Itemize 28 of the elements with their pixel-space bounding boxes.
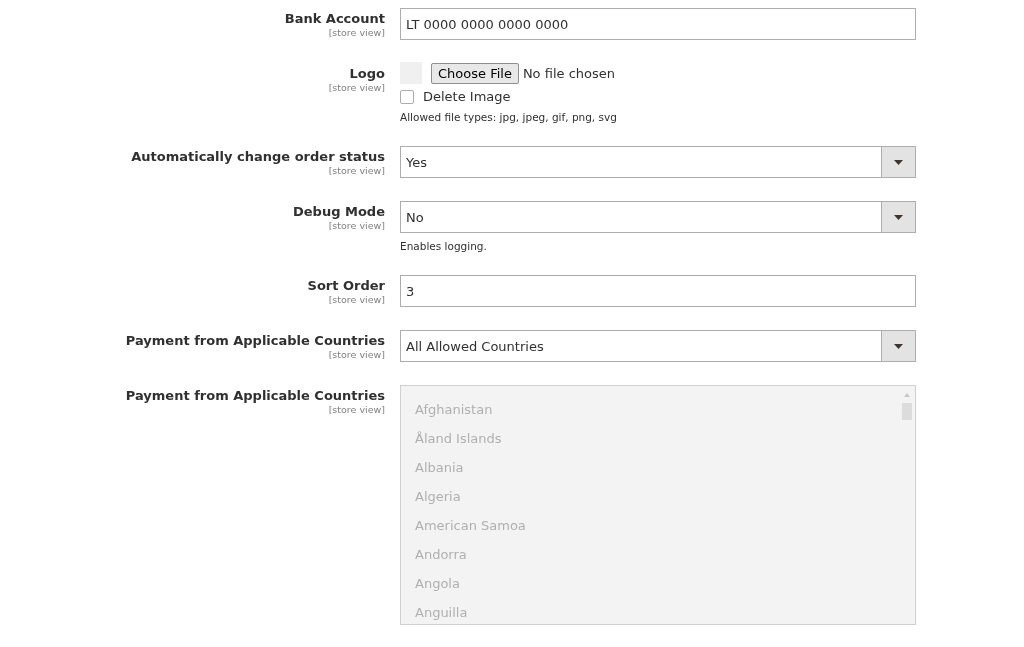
text-field[interactable]: 3 [400, 275, 916, 307]
scope-label: [store view] [327, 294, 385, 306]
select-field[interactable]: All Allowed Countries [400, 330, 916, 362]
text-field[interactable]: LT 0000 0000 0000 0000 [400, 8, 916, 40]
caret-icon [894, 159, 903, 165]
caret-icon [894, 214, 903, 220]
scope-label: [store view] [327, 404, 385, 416]
field-label: Logo [348, 65, 385, 82]
scope-label: [store view] [327, 82, 385, 94]
caret-icon [894, 343, 903, 349]
scope-label: [store view] [327, 27, 385, 39]
field-label: Bank Account [283, 10, 385, 27]
field-label: Payment from Applicable Countries [124, 387, 385, 404]
scope-label: [store view] [327, 220, 385, 232]
field-label: Debug Mode [292, 203, 385, 220]
checkbox[interactable] [400, 89, 414, 104]
field-label: Payment from Applicable Countries [124, 332, 385, 349]
select-field[interactable]: Yes [400, 146, 916, 178]
file-status: No file chosen [522, 65, 615, 81]
scope-label: [store view] [327, 165, 385, 177]
field-note: Enables logging. [400, 240, 488, 252]
field-label: Automatically change order status [130, 148, 385, 165]
checkbox-label: Delete Image [423, 89, 511, 104]
field-note: Allowed file types: jpg, jpeg, gif, png, svg [400, 111, 618, 123]
select-field[interactable]: No [400, 201, 916, 233]
choose-file-button[interactable]: Choose File [431, 62, 519, 84]
field-label: Sort Order [306, 277, 385, 294]
scope-label: [store view] [327, 349, 385, 361]
